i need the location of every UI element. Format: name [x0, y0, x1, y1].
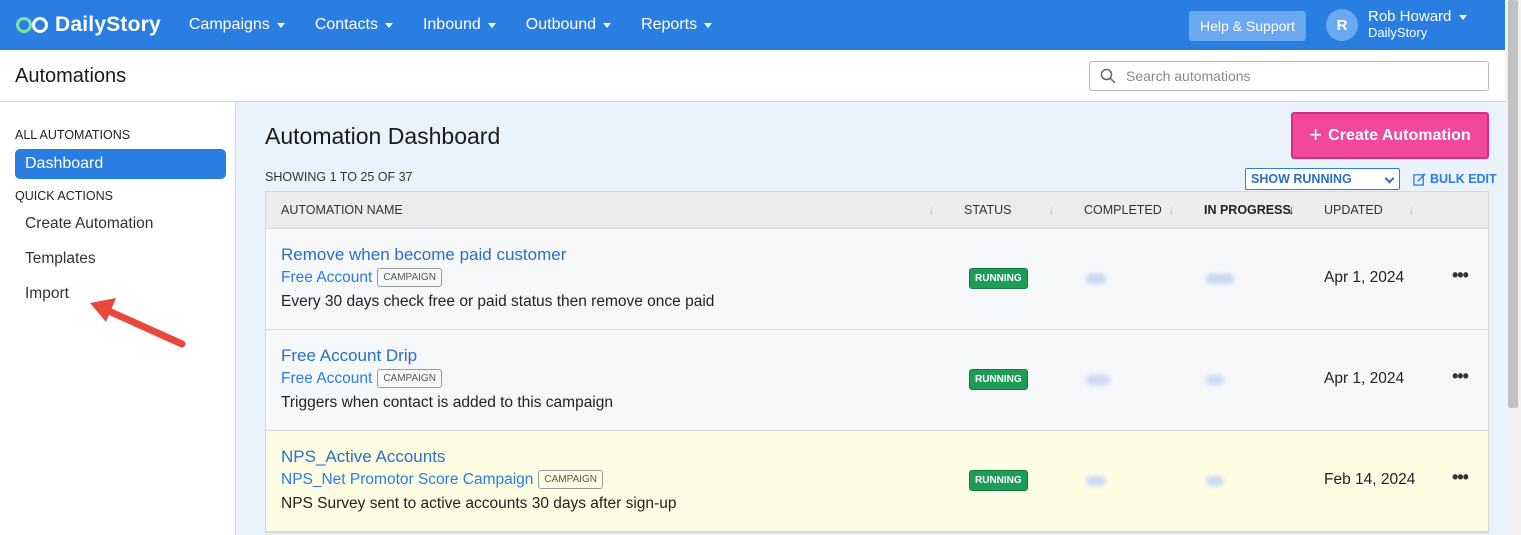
sidebar-item-import[interactable]: Import	[25, 285, 69, 303]
chevron-down-icon	[276, 22, 285, 28]
nav-label: Reports	[641, 16, 698, 33]
nav-contacts[interactable]: Contacts	[315, 16, 393, 34]
in-progress-value-blurred	[1206, 274, 1234, 284]
sidebar-item-create-automation[interactable]: Create Automation	[25, 215, 153, 233]
updated-date: Apr 1, 2024	[1324, 370, 1405, 387]
column-header-completed[interactable]: COMPLETED	[1084, 203, 1162, 217]
page-scrollbar[interactable]	[1505, 0, 1521, 535]
updated-date: Feb 14, 2024	[1324, 471, 1416, 488]
chevron-down-icon	[603, 22, 612, 28]
chevron-down-icon	[384, 22, 393, 28]
more-options-icon[interactable]: •••	[1452, 467, 1469, 488]
nav-label: Outbound	[525, 16, 597, 33]
status-badge: RUNNING	[969, 470, 1028, 491]
completed-value-blurred	[1086, 274, 1106, 284]
campaign-link[interactable]: NPS_Net Promotor Score Campaign	[281, 471, 533, 489]
chevron-down-icon	[487, 22, 496, 28]
column-header-status[interactable]: STATUS	[964, 203, 1011, 217]
campaign-tag: CAMPAIGN	[377, 268, 442, 287]
sort-arrow-icon[interactable]: ↓	[928, 202, 935, 217]
user-name: Rob Howard	[1368, 8, 1452, 25]
column-header-name[interactable]: AUTOMATION NAME	[281, 203, 403, 217]
completed-value-blurred	[1086, 375, 1110, 385]
status-badge: RUNNING	[969, 369, 1028, 390]
nav-campaigns[interactable]: Campaigns	[189, 16, 285, 34]
chevron-down-icon	[1384, 173, 1395, 184]
bulk-edit-link[interactable]: BULK EDIT	[1413, 172, 1497, 186]
nav-label: Inbound	[422, 16, 481, 33]
sort-arrow-icon[interactable]: ↓	[1048, 202, 1055, 217]
logo[interactable]: DailyStory	[15, 0, 161, 50]
sidebar-section-all: ALL AUTOMATIONS	[15, 128, 131, 142]
campaign-info: Free Account CAMPAIGN	[281, 268, 442, 287]
nav-reports[interactable]: Reports	[641, 16, 713, 34]
campaign-info: NPS_Net Promotor Score Campaign CAMPAIGN	[281, 470, 604, 489]
user-name-row: Rob Howard	[1368, 8, 1468, 25]
automation-name-link[interactable]: Remove when become paid customer	[281, 245, 566, 265]
table-row: Free Account Drip Free Account CAMPAIGN …	[266, 330, 1488, 431]
automation-description: NPS Survey sent to active accounts 30 da…	[281, 495, 677, 512]
search-input[interactable]	[1126, 68, 1466, 84]
page-header: Automations	[0, 50, 1505, 102]
more-options-icon[interactable]: •••	[1452, 366, 1469, 387]
infinity-icon	[16, 17, 48, 33]
chevron-down-icon	[1459, 14, 1468, 20]
completed-value-blurred	[1086, 476, 1106, 486]
status-badge: RUNNING	[969, 268, 1028, 289]
dashboard-title: Automation Dashboard	[265, 123, 501, 149]
automation-name-link[interactable]: NPS_Active Accounts	[281, 447, 445, 467]
in-progress-value-blurred	[1206, 476, 1224, 486]
search-icon	[1100, 68, 1116, 84]
top-navbar: DailyStory Campaigns Contacts Inbound Ou…	[0, 0, 1505, 50]
sidebar-item-templates[interactable]: Templates	[25, 250, 96, 268]
create-automation-label: Create Automation	[1328, 126, 1471, 144]
automation-description: Triggers when contact is added to this c…	[281, 394, 613, 411]
campaign-link[interactable]: Free Account	[281, 370, 372, 388]
campaign-tag: CAMPAIGN	[538, 470, 604, 489]
sort-arrow-icon[interactable]: ↓	[1288, 202, 1295, 217]
updated-date: Apr 1, 2024	[1324, 269, 1405, 286]
bulk-edit-label: BULK EDIT	[1430, 172, 1497, 186]
table-header: AUTOMATION NAME ↓ STATUS ↓ COMPLETED ↓ I…	[266, 192, 1488, 229]
sidebar-section-quick: QUICK ACTIONS	[15, 189, 113, 203]
help-support-button[interactable]: Help & Support	[1189, 11, 1306, 41]
brand-name: DailyStory	[55, 13, 161, 36]
column-header-updated[interactable]: UPDATED	[1324, 203, 1383, 217]
plus-icon: +	[1309, 121, 1323, 147]
nav-label: Contacts	[314, 16, 378, 33]
sort-arrow-icon[interactable]: ↓	[1168, 202, 1175, 217]
automations-table: AUTOMATION NAME ↓ STATUS ↓ COMPLETED ↓ I…	[265, 191, 1489, 533]
nav-outbound[interactable]: Outbound	[525, 16, 612, 34]
campaign-link[interactable]: Free Account	[281, 269, 372, 287]
main-nav: Campaigns Contacts Inbound Outbound Repo…	[189, 0, 742, 50]
search-box[interactable]	[1089, 61, 1489, 91]
automation-description: Every 30 days check free or paid status …	[281, 293, 715, 310]
column-header-in-progress[interactable]: IN PROGRESS	[1204, 203, 1291, 217]
avatar: R	[1326, 9, 1358, 41]
campaign-tag: CAMPAIGN	[377, 369, 442, 388]
nav-label: Campaigns	[188, 16, 270, 33]
red-arrow-icon	[90, 298, 186, 348]
filter-value: SHOW RUNNING	[1251, 172, 1352, 186]
scrollbar-thumb[interactable]	[1508, 0, 1518, 408]
user-info: Rob Howard DailyStory	[1368, 8, 1468, 41]
status-filter-select[interactable]: SHOW RUNNING	[1245, 168, 1400, 190]
nav-inbound[interactable]: Inbound	[423, 16, 496, 34]
user-org: DailyStory	[1368, 25, 1428, 40]
edit-icon	[1413, 172, 1426, 186]
in-progress-value-blurred	[1206, 375, 1224, 385]
table-row: Remove when become paid customer Free Ac…	[266, 229, 1488, 330]
sort-arrow-icon[interactable]: ↓	[1408, 202, 1415, 217]
sidebar-item-dashboard[interactable]: Dashboard	[15, 149, 226, 179]
create-automation-button[interactable]: + Create Automation	[1291, 112, 1489, 159]
main-content: Automation Dashboard + Create Automation…	[236, 102, 1505, 535]
user-menu[interactable]: R Rob Howard DailyStory	[1326, 8, 1468, 41]
showing-count: SHOWING 1 TO 25 OF 37	[265, 170, 413, 184]
page-title: Automations	[15, 65, 127, 87]
table-row: NPS_Active Accounts NPS_Net Promotor Sco…	[266, 431, 1488, 532]
chevron-down-icon	[704, 22, 713, 28]
automation-name-link[interactable]: Free Account Drip	[281, 346, 417, 366]
more-options-icon[interactable]: •••	[1452, 265, 1469, 286]
campaign-info: Free Account CAMPAIGN	[281, 369, 442, 388]
